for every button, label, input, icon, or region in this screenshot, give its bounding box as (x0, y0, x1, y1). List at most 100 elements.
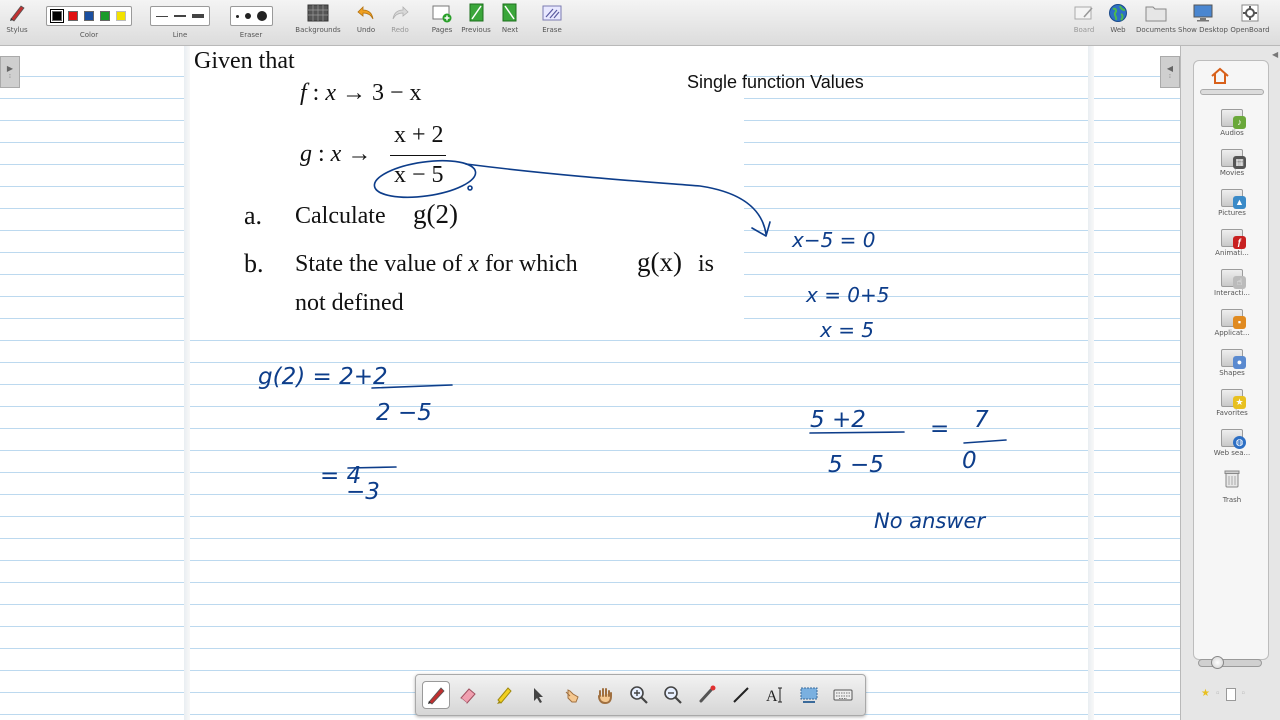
board-button[interactable]: Board (1072, 2, 1096, 44)
virtual-keyboard-tool[interactable] (829, 681, 857, 709)
delete-item-icon[interactable]: ▫ (1242, 688, 1246, 701)
audio-folder-icon: ♪ (1221, 109, 1246, 129)
previous-button[interactable]: Previous (461, 2, 491, 44)
stylus-tool[interactable]: Stylus (4, 2, 30, 44)
color-swatch-black[interactable] (50, 9, 64, 23)
work-a-denominator-2: −3 (346, 479, 380, 505)
library-web-search-label: Web sea... (1213, 449, 1251, 457)
eraser-tool[interactable] (454, 681, 482, 709)
hand-pan-tool[interactable] (591, 681, 619, 709)
laser-pointer-tool[interactable] (693, 681, 721, 709)
eraser-group: Eraser (221, 2, 281, 44)
eraser-size-palette (229, 6, 273, 26)
pointer-arrowhead (751, 221, 771, 237)
library-animations[interactable]: ƒ Animati... (1198, 229, 1266, 267)
redo-button[interactable]: Redo (388, 2, 412, 44)
library-favorites[interactable]: ★ Favorites (1198, 389, 1266, 427)
pen-tool[interactable] (422, 681, 450, 709)
check-denominator: 5 −5 (828, 452, 884, 478)
capture-tool[interactable] (795, 681, 823, 709)
erase-label: Erase (542, 26, 562, 34)
highlighter-tool[interactable] (490, 681, 518, 709)
movie-folder-icon: ▦ (1221, 149, 1246, 169)
library-scrollbar[interactable] (1200, 89, 1264, 95)
color-swatch-yellow[interactable] (116, 11, 126, 21)
stylus-palette: A (415, 674, 866, 716)
library-audios-label: Audios (1220, 129, 1244, 137)
main-toolbar: Stylus Color Line Eraser Backgrounds Und… (0, 0, 1280, 46)
line-width-palette (150, 6, 210, 26)
line-label: Line (172, 31, 188, 39)
work-b-line3: x = 5 (819, 318, 874, 342)
line-icon (733, 687, 749, 703)
library-audios[interactable]: ♪ Audios (1198, 109, 1266, 147)
show-desktop-button[interactable]: Show Desktop (1178, 2, 1228, 44)
board-label: Board (1073, 26, 1095, 34)
zoom-out-icon (664, 686, 682, 704)
library-pictures[interactable]: ▲ Pictures (1198, 189, 1266, 227)
selector-tool[interactable] (524, 681, 552, 709)
library-interactivities-label: Interacti... (1214, 289, 1250, 297)
ink-dot (467, 185, 473, 191)
line-tool[interactable] (727, 681, 755, 709)
line-thick-option[interactable] (192, 14, 204, 18)
library-applications-label: Applicat... (1214, 329, 1250, 337)
picture-folder-icon: ▲ (1221, 189, 1246, 209)
whiteboard-canvas[interactable]: ▶ ⁝ ◀ ⁝ Given that f : x → 3 − x g : x →… (0, 46, 1180, 720)
next-button[interactable]: Next (497, 2, 523, 44)
library-trash[interactable]: Trash (1198, 469, 1266, 507)
web-button[interactable]: Web (1106, 2, 1130, 44)
library-interactivities[interactable]: ☝ Interacti... (1198, 269, 1266, 307)
color-label: Color (79, 31, 99, 39)
eraser-large-option[interactable] (256, 11, 267, 21)
gear-icon (1239, 2, 1261, 24)
pages-button[interactable]: Pages (428, 2, 456, 44)
check-result-bar (963, 439, 1007, 444)
color-swatch-red[interactable] (68, 11, 78, 21)
line-medium-option[interactable] (174, 15, 186, 17)
color-swatch-green[interactable] (100, 11, 110, 21)
library-movies[interactable]: ▦ Movies (1198, 149, 1266, 187)
backgrounds-icon (307, 2, 329, 24)
pointer-arrow-line (465, 163, 767, 235)
home-icon[interactable] (1210, 67, 1230, 90)
backgrounds-label: Backgrounds (295, 26, 341, 34)
interact-tool[interactable] (557, 681, 585, 709)
board-icon (1073, 2, 1095, 24)
thumbnail-size-slider-handle[interactable] (1211, 656, 1224, 669)
zoom-in-tool[interactable] (625, 681, 653, 709)
highlighter-icon (497, 687, 512, 704)
pages-label: Pages (431, 26, 453, 34)
eraser-medium-option[interactable] (244, 13, 251, 19)
library-shapes[interactable]: ● Shapes (1198, 349, 1266, 387)
undo-button[interactable]: Undo (354, 2, 378, 44)
erase-button[interactable]: Erase (538, 2, 566, 44)
thumbnail-size-slider[interactable] (1198, 659, 1262, 667)
trash-icon (1222, 469, 1242, 494)
zoom-out-tool[interactable] (659, 681, 687, 709)
color-swatch-blue[interactable] (84, 11, 94, 21)
library-applications[interactable]: ▪ Applicat... (1198, 309, 1266, 347)
documents-label: Documents (1136, 26, 1176, 34)
arrow-cursor-icon (534, 688, 543, 703)
openboard-menu-button[interactable]: OpenBoard (1230, 2, 1270, 44)
line-thin-option[interactable] (156, 15, 168, 17)
text-tool[interactable]: A (761, 681, 789, 709)
new-document-icon[interactable] (1225, 688, 1236, 701)
favorites-folder-icon: ★ (1221, 389, 1246, 409)
eraser-small-option[interactable] (235, 14, 239, 18)
redo-label: Redo (391, 26, 409, 34)
library-pane: ♪ Audios ▦ Movies ▲ Pictures ƒ Animati..… (1193, 60, 1269, 660)
new-folder-icon[interactable]: ▫ (1216, 688, 1220, 701)
desktop-icon (1192, 2, 1214, 24)
check-equals: = (930, 416, 949, 442)
documents-button[interactable]: Documents (1136, 2, 1176, 44)
work-a-denominator: 2 −5 (376, 400, 432, 426)
library-footer-actions: ★ ▫ ▫ (1201, 688, 1245, 701)
library-favorites-label: Favorites (1216, 409, 1248, 417)
favorite-star-icon[interactable]: ★ (1201, 688, 1210, 701)
library-web-search[interactable]: ◍ Web sea... (1198, 429, 1266, 467)
backgrounds-button[interactable]: Backgrounds (295, 2, 341, 44)
panel-scroll-arrow-icon[interactable]: ◀ (1272, 50, 1280, 70)
library-animations-label: Animati... (1215, 249, 1249, 257)
